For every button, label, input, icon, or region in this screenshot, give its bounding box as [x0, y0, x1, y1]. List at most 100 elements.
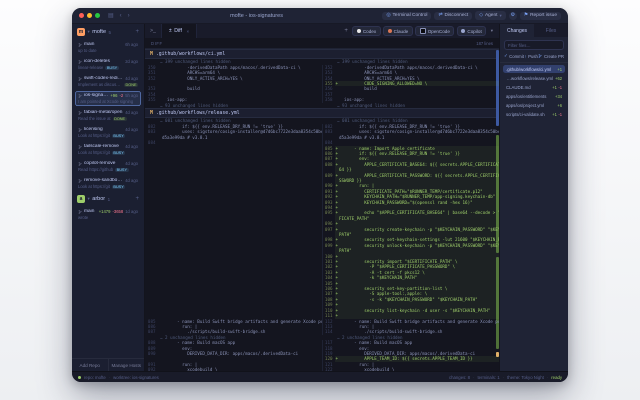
sidebar-item-main[interactable]: main +1479 -3658 1d ago wrote	[75, 207, 141, 222]
create-pr-button[interactable]: Create PR	[538, 54, 564, 59]
titlebar-button-label: Disconnect	[444, 13, 469, 18]
repo-icon: a	[77, 195, 85, 203]
worktree-name: tailscale-remove	[84, 144, 119, 149]
sidebar-item-swift-codex-redirect[interactable]: swift-codex-redirect 4d ago Implement as d…	[75, 74, 141, 89]
worktree-count: 1	[107, 196, 111, 202]
repo-group-header[interactable]: a ▾ arbor 1 +	[75, 193, 141, 205]
worktree-name: icon-deletes	[84, 59, 110, 64]
repo-name: arbor	[92, 196, 106, 202]
worktree-time: 4d ago	[125, 161, 138, 166]
changed-file-row[interactable]: ‎.github/workflows/release.yml‎+62	[503, 74, 565, 82]
agent-buttons: Codex Claude OpenCode Copilot	[352, 26, 487, 36]
branch-icon	[78, 93, 82, 98]
disconnect-button[interactable]: ⇌ Disconnect	[434, 11, 473, 20]
branch-icon	[78, 76, 82, 81]
sidebar-toggle-icon[interactable]: ▤	[107, 13, 115, 19]
status-badge: BUSY	[111, 150, 126, 155]
status-right: changes: 8 · terminals: 1 · theme: Tokyo Nig…	[449, 375, 562, 380]
sidebar-item-remove-sandbox-flag[interactable]: remove-sandbox-flag4d ago Look at https:/…	[75, 176, 141, 191]
agents-dropdown-icon[interactable]: ▾	[489, 28, 495, 34]
open-in-copilot-button[interactable]: Copilot	[456, 26, 487, 36]
manage-hosts-button[interactable]: Manage Hosts	[107, 359, 145, 371]
worktree-description: up to date	[78, 48, 97, 53]
close-tab-icon[interactable]: ×	[186, 29, 189, 34]
flag-icon: ⚑	[523, 13, 529, 18]
added-count: +34	[555, 93, 562, 99]
worktree-list: m ▾ mofte 5 + main 6h ago up to date icon-delete…	[72, 24, 144, 358]
repo-group-header[interactable]: m ▾ mofte 5 +	[75, 26, 141, 38]
changed-file-row[interactable]: ‎apps/ios/entitlements‎ +34	[503, 92, 565, 100]
sidebar-item-tailscale-remove[interactable]: tailscale-remove 4d ago Look at https://gi…	[75, 142, 141, 157]
changes-panel: Changes Files ✓Commit↑Push Create PR ‎.gi…	[500, 24, 568, 371]
deleted-count: -2	[119, 93, 124, 98]
status-badge: DONE	[112, 116, 127, 121]
worktree-name: swift-codex-redirect	[84, 76, 124, 81]
target-icon: ◎	[386, 13, 391, 18]
sidebar-item-licensing[interactable]: licensing 4d ago Look at https://git BUSY	[75, 125, 141, 140]
minimize-window-button[interactable]	[87, 13, 92, 18]
status-badge: BUSY	[111, 184, 126, 189]
push-button[interactable]: ↑ Push	[524, 54, 537, 59]
branch-icon	[78, 209, 82, 214]
status-bar: repo: mofte · worktree: ios-signatures cha…	[72, 371, 568, 382]
changed-file-row[interactable]: ‎apps/ios/project.yml‎ +6	[503, 101, 565, 109]
modified-badge: M	[150, 51, 153, 57]
sidebar-item-main[interactable]: main 6h ago up to date	[75, 40, 141, 55]
titlebar-button-label: Terminal Control	[392, 13, 428, 18]
diff-hunk-row[interactable]: … 93 unchanged lines hidden … 93 unchange…	[145, 103, 499, 108]
added-count: +96	[110, 93, 118, 98]
sidebar-item-fabian-metal/open[interactable]: fabian-metal/open 4d ago Read the issue at…	[75, 108, 141, 123]
repo-name: mofte	[92, 29, 107, 35]
back-icon[interactable]: ‹	[119, 13, 123, 19]
tab-changes[interactable]: Changes	[500, 24, 534, 37]
forward-icon[interactable]: ›	[127, 13, 131, 19]
diff-file-header[interactable]: M .github/workflows/ci.yml	[145, 49, 499, 60]
agent-button-label: OpenCode	[427, 28, 450, 34]
tab-diff-label: Diff	[174, 28, 182, 34]
status-item: changes: 8	[448, 374, 471, 380]
plug-icon: ⇌	[438, 13, 443, 18]
hunk-label: … 93 unchanged lines hidden	[160, 102, 229, 108]
close-window-button[interactable]	[79, 13, 84, 18]
added-count: +1	[552, 84, 557, 90]
sidebar-item-icon-deletes[interactable]: icon-deletes 2d ago linear-release BUSY	[75, 57, 141, 72]
changed-file-row[interactable]: ‎scripts/ci-validate.sh‎ +1 -1	[503, 110, 565, 118]
commit-button[interactable]: ✓ Commit	[504, 53, 524, 59]
report-issue-button[interactable]: ⚑ Report issue	[519, 11, 561, 20]
new-tab-button[interactable]: +	[342, 28, 350, 34]
hunk-label: … 93 unchanged lines hidden	[337, 102, 406, 108]
settings-button[interactable]: ⚙	[508, 11, 517, 20]
agent-button-label: Copilot	[467, 28, 482, 34]
changed-file-row[interactable]: ‎.github/workflows/ci.yml‎ +1	[503, 65, 565, 73]
worktree-name: main	[84, 209, 95, 214]
maximize-window-button[interactable]	[95, 13, 100, 18]
status-item: repo: mofte	[84, 374, 106, 380]
open-in-codex-button[interactable]: Codex	[352, 26, 381, 36]
agent-button[interactable]: ◇ Agent ▾	[475, 11, 506, 20]
window-title: mofte - ios-signatures	[230, 12, 283, 19]
filter-files-input[interactable]	[504, 40, 564, 50]
tab-actions: + Codex Claude OpenCode Copilot ▾	[342, 24, 499, 38]
tab-terminal[interactable]: >_	[145, 24, 162, 38]
diff-stats: +96 -2	[110, 93, 123, 98]
terminal-control-button[interactable]: ◎ Terminal Control	[382, 11, 432, 20]
app-window: ▤ ‹ › mofte - ios-signatures ◎ Terminal C…	[72, 8, 568, 382]
diff-file-header[interactable]: M .github/workflows/release.yml	[145, 108, 499, 119]
changed-file-list: ‎.github/workflows/ci.yml‎+1‎.github/wor…	[500, 63, 568, 371]
add-worktree-button[interactable]: +	[135, 196, 139, 202]
sidebar-item-ios-signatures[interactable]: ios-signatures+96-25h agoI am pointed at…	[75, 91, 141, 106]
branch-icon	[78, 127, 82, 132]
branch-icon	[78, 161, 82, 166]
worktree-name: main	[84, 42, 95, 47]
main-area: >_ ± Diff × + Codex Claude OpenCode Copilot…	[145, 24, 500, 371]
add-worktree-button[interactable]: +	[135, 29, 139, 35]
tab-diff[interactable]: ± Diff ×	[161, 24, 198, 38]
open-in-opencode-button[interactable]: OpenCode	[415, 26, 455, 36]
add-repo-button[interactable]: Add Repo	[72, 359, 108, 371]
changed-file-row[interactable]: ‎CLAUDE.md‎ +1 -1	[503, 83, 565, 91]
open-in-claude-button[interactable]: Claude	[383, 26, 413, 36]
tab-files[interactable]: Files	[534, 24, 568, 37]
sidebar-item-copilot-remove[interactable]: copilot-remove 4d ago Read https://github B…	[75, 159, 141, 174]
worktree-time: 2d ago	[125, 59, 138, 64]
added-count: +62	[555, 75, 562, 81]
